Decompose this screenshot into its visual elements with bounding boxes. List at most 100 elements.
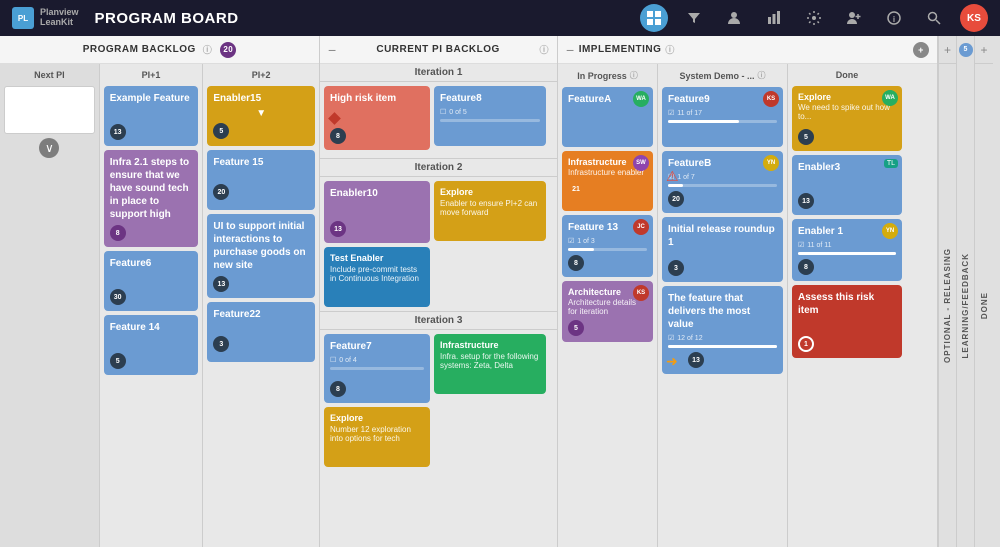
card-explore-num12[interactable]: Explore Number 12 exploration into optio… (324, 407, 430, 467)
optional-label: OPTIONAL - RELEASING (943, 248, 952, 363)
card-initial-release[interactable]: Initial release roundup 1 3 (662, 217, 783, 282)
progress-fill-fd (668, 345, 777, 348)
card-infra-enabler[interactable]: Infrastructure Infrastructure enabler SW… (562, 151, 653, 211)
badge-13e: 13 (330, 221, 346, 237)
avatar-sw: SW (633, 155, 649, 171)
card-infra[interactable]: Infra 2.1 steps to ensure that we have s… (104, 150, 199, 247)
card-featureA[interactable]: FeatureA WA (562, 87, 653, 147)
progress-text-f13: 1 of 3 (577, 238, 595, 245)
program-backlog-label: PROGRAM BACKLOG (83, 44, 196, 55)
badge-5b: 5 (213, 123, 229, 139)
program-backlog-header: PROGRAM BACKLOG ⓘ 20 (0, 36, 319, 64)
card-enabler10[interactable]: Enabler10 13 (324, 181, 430, 243)
card-title: Feature7 (330, 340, 424, 353)
card-title: FeatureB (668, 157, 777, 170)
logo-icon: PL (12, 7, 34, 29)
settings-icon[interactable] (800, 4, 828, 32)
card-feature22[interactable]: Feature22 3 (207, 302, 315, 362)
card-enabler15[interactable]: Enabler15 ▼ 5 (207, 86, 315, 146)
plus-top-3[interactable]: + (975, 36, 993, 64)
minus-icon-impl[interactable]: − (566, 42, 575, 58)
card-feature8[interactable]: Feature8 ☐ 0 of 5 (434, 86, 546, 146)
iter1-cards: High risk item 8 Feature8 ☐ 0 (320, 82, 557, 158)
next-pi-label: Next PI (4, 68, 95, 82)
progress-bar-f7 (330, 367, 424, 370)
pi2-label: PI+2 (207, 68, 315, 82)
user-icon[interactable] (720, 4, 748, 32)
card-explore-spike[interactable]: WA Explore We need to spike out how to..… (792, 86, 902, 151)
card-architecture[interactable]: Architecture Architecture details for it… (562, 281, 653, 342)
card-feature14[interactable]: Feature 14 5 (104, 315, 199, 375)
system-demo-header: System Demo - ... ⓘ (662, 68, 783, 83)
card-test-enabler[interactable]: Test Enabler Include pre-commit tests in… (324, 247, 430, 307)
card-enabler1[interactable]: Enabler 1 YN ☑ 11 of 11 8 (792, 219, 902, 281)
board-icon[interactable] (640, 4, 668, 32)
card-title: Test Enabler (330, 253, 424, 263)
card-subtitle: We need to spike out how to... (798, 103, 896, 121)
arrow-icon-fd: ➜ (666, 353, 678, 370)
expand-chevron[interactable]: ∨ (39, 138, 59, 158)
progress-text-f7: 0 of 4 (339, 357, 357, 364)
pi1-label: PI+1 (104, 68, 199, 82)
pi1-col: PI+1 Example Feature 13 Infra 2.1 steps … (100, 64, 204, 547)
card-feature13[interactable]: Feature 13 JC ☑ 1 of 3 8 (562, 215, 653, 277)
badge-21: 21 (568, 181, 584, 197)
header-title: PROGRAM BOARD (95, 10, 239, 27)
info-icon-cpi: ⓘ (539, 43, 549, 56)
optional-releasing-col: OPTIONAL - RELEASING (939, 64, 957, 547)
progress-bar-fd (668, 345, 777, 348)
card-example-feature[interactable]: Example Feature 13 (104, 86, 199, 146)
user-avatar[interactable]: KS (960, 4, 988, 32)
implementing-body: In Progress ⓘ FeatureA WA Infrastructure… (558, 64, 937, 547)
progress-fb: ☑ 1 of 7 (668, 173, 777, 181)
iter3-header-block: Iteration 3 (320, 311, 557, 330)
card-title: Explore (440, 187, 540, 197)
plus-top-1[interactable]: + (939, 36, 957, 64)
chart-icon[interactable] (760, 4, 788, 32)
card-feature9[interactable]: Feature9 KS ☑ 11 of 17 (662, 87, 783, 147)
info-icon[interactable]: i (880, 4, 908, 32)
card-title: Assess this risk item (798, 291, 896, 317)
card-feature-delivers[interactable]: The feature that delivers the most value… (662, 286, 783, 374)
info-ip: ⓘ (630, 70, 638, 81)
add-user-icon[interactable] (840, 4, 868, 32)
progress-row-f7: ☐ 0 of 4 (330, 356, 424, 364)
plus-btn-impl[interactable]: + (913, 42, 929, 58)
card-title: Enabler3 (798, 161, 896, 174)
learning-label: LEARNING/FEEDBACK (961, 253, 970, 358)
card-infrastructure[interactable]: Infrastructure Infra. setup for the foll… (434, 334, 546, 394)
search-icon[interactable] (920, 4, 948, 32)
vert-labels: OPTIONAL - RELEASING LEARNING/FEEDBACK D… (939, 64, 993, 547)
checkbox-f9: ☑ (668, 109, 674, 117)
card-assess-risk[interactable]: Assess this risk item 1 (792, 285, 902, 358)
card-title: The feature that delivers the most value (668, 292, 777, 331)
card-enabler3[interactable]: Enabler3 TL 13 (792, 155, 902, 215)
card-featureB[interactable]: FeatureB YN ☑ 1 of 7 ⚠ 20 (662, 151, 783, 213)
svg-text:i: i (893, 15, 895, 24)
current-pi-backlog-section: − CURRENT PI BACKLOG ⓘ Iteration 1 High … (320, 36, 558, 547)
progress-fill-e1 (798, 252, 896, 255)
card-title: Enabler10 (330, 187, 424, 200)
card-subtitle: Architecture details for iteration (568, 298, 647, 316)
progress-bar (440, 119, 540, 122)
card-feature6[interactable]: Feature6 30 (104, 251, 199, 311)
badge-5: 5 (110, 353, 126, 369)
progress-fill-f9 (668, 120, 739, 123)
card-high-risk[interactable]: High risk item 8 (324, 86, 430, 150)
implementing-label: IMPLEMENTING (579, 44, 662, 55)
in-progress-label: In Progress (577, 71, 627, 81)
filter-icon[interactable] (680, 4, 708, 32)
card-title: Feature9 (668, 93, 777, 106)
card-ui-support[interactable]: UI to support initial interactions to pu… (207, 214, 315, 298)
badge-13e3: 13 (798, 193, 814, 209)
progress-bar-fb (668, 184, 777, 187)
progress-text-fd: 12 of 12 (677, 335, 702, 342)
progress-e1: ☑ 11 of 11 (798, 241, 896, 249)
learning-feedback-col: LEARNING/FEEDBACK (957, 64, 975, 547)
progress-f13: ☑ 1 of 3 (568, 237, 647, 245)
program-backlog-section: PROGRAM BACKLOG ⓘ 20 Next PI ∨ PI+1 (0, 36, 320, 547)
minus-icon-cpi[interactable]: − (328, 42, 337, 58)
card-feature15[interactable]: Feature 15 20 (207, 150, 315, 210)
card-explore-enabler[interactable]: Explore Enabler to ensure PI+2 can move … (434, 181, 546, 241)
card-feature7[interactable]: Feature7 ☐ 0 of 4 8 (324, 334, 430, 403)
